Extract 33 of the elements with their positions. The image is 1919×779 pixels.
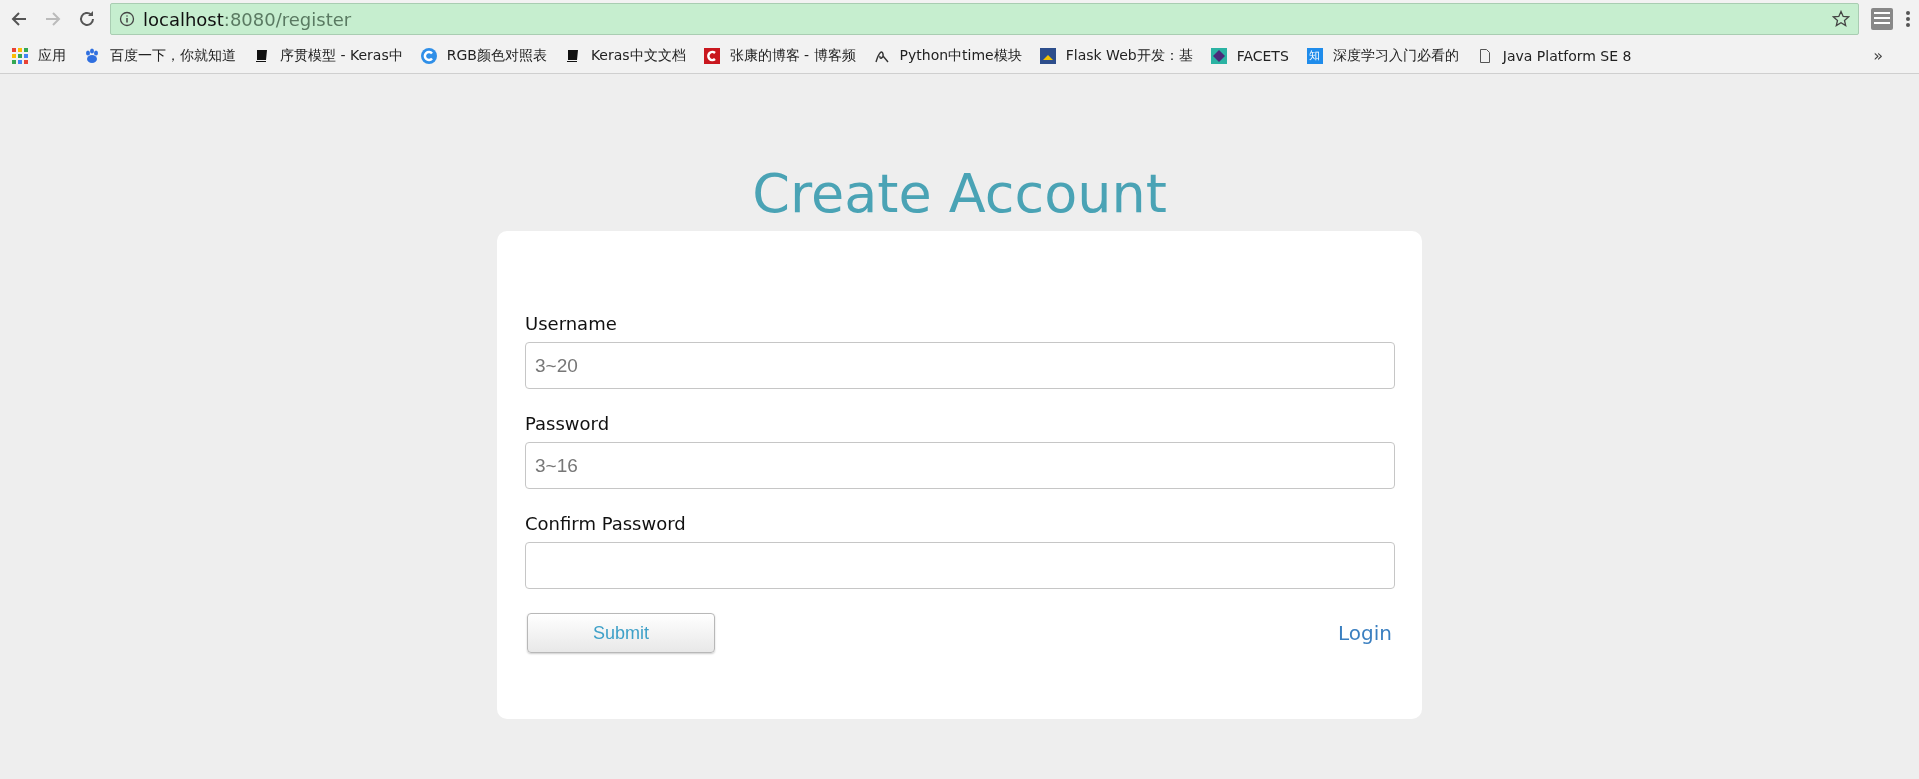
input-field[interactable]: 3~20 <box>525 342 1395 389</box>
book-icon <box>564 47 581 64</box>
field-label: Username <box>525 313 617 334</box>
input-field[interactable] <box>525 542 1395 589</box>
bookmark-link[interactable]: 百度一下，你就知道 <box>110 46 236 65</box>
bookmark-link[interactable]: Java Platform SE 8 <box>1502 47 1632 64</box>
apps-grid-icon <box>12 47 28 64</box>
page-title: Create Account <box>752 162 1167 225</box>
address-bar[interactable]: localhost:8080/register <box>110 3 1859 35</box>
c-logo-icon <box>420 47 437 64</box>
bookmark-link[interactable]: 深度学习入门必看的 <box>1332 46 1459 65</box>
field-label: Confirm Password <box>525 513 686 534</box>
bookmark-link[interactable]: Python中time模块 <box>899 46 1022 65</box>
bookmark-link[interactable]: 序贯模型 - Keras中 <box>280 46 403 65</box>
menu-icon[interactable] <box>1905 8 1911 30</box>
info-icon <box>119 11 135 27</box>
bookmark-link[interactable]: RGB颜色对照表 <box>446 46 547 65</box>
c-logo-icon <box>703 47 720 64</box>
input-field[interactable]: 3~16 <box>525 442 1395 489</box>
bookmark-link[interactable]: 张康的博客 - 博客频 <box>729 46 856 65</box>
field-label: Password <box>525 413 610 434</box>
diamond-icon <box>1210 47 1227 64</box>
url-text: localhost:8080/register <box>143 8 352 30</box>
more-bookmarks-button[interactable]: » <box>1873 46 1907 65</box>
paw-icon <box>84 47 100 64</box>
bookmark-link[interactable]: FACETS <box>1236 47 1289 64</box>
login-link[interactable]: Login <box>1338 621 1392 645</box>
bookmark-link[interactable]: Flask Web开发：基 <box>1065 46 1193 65</box>
book-icon <box>254 47 270 64</box>
bookmark-link[interactable]: Keras中文文档 <box>590 46 686 65</box>
zhi-logo-icon: 知 <box>1306 47 1323 64</box>
bookmark-link[interactable]: 应用 <box>38 46 66 65</box>
star-icon[interactable] <box>1832 10 1850 28</box>
